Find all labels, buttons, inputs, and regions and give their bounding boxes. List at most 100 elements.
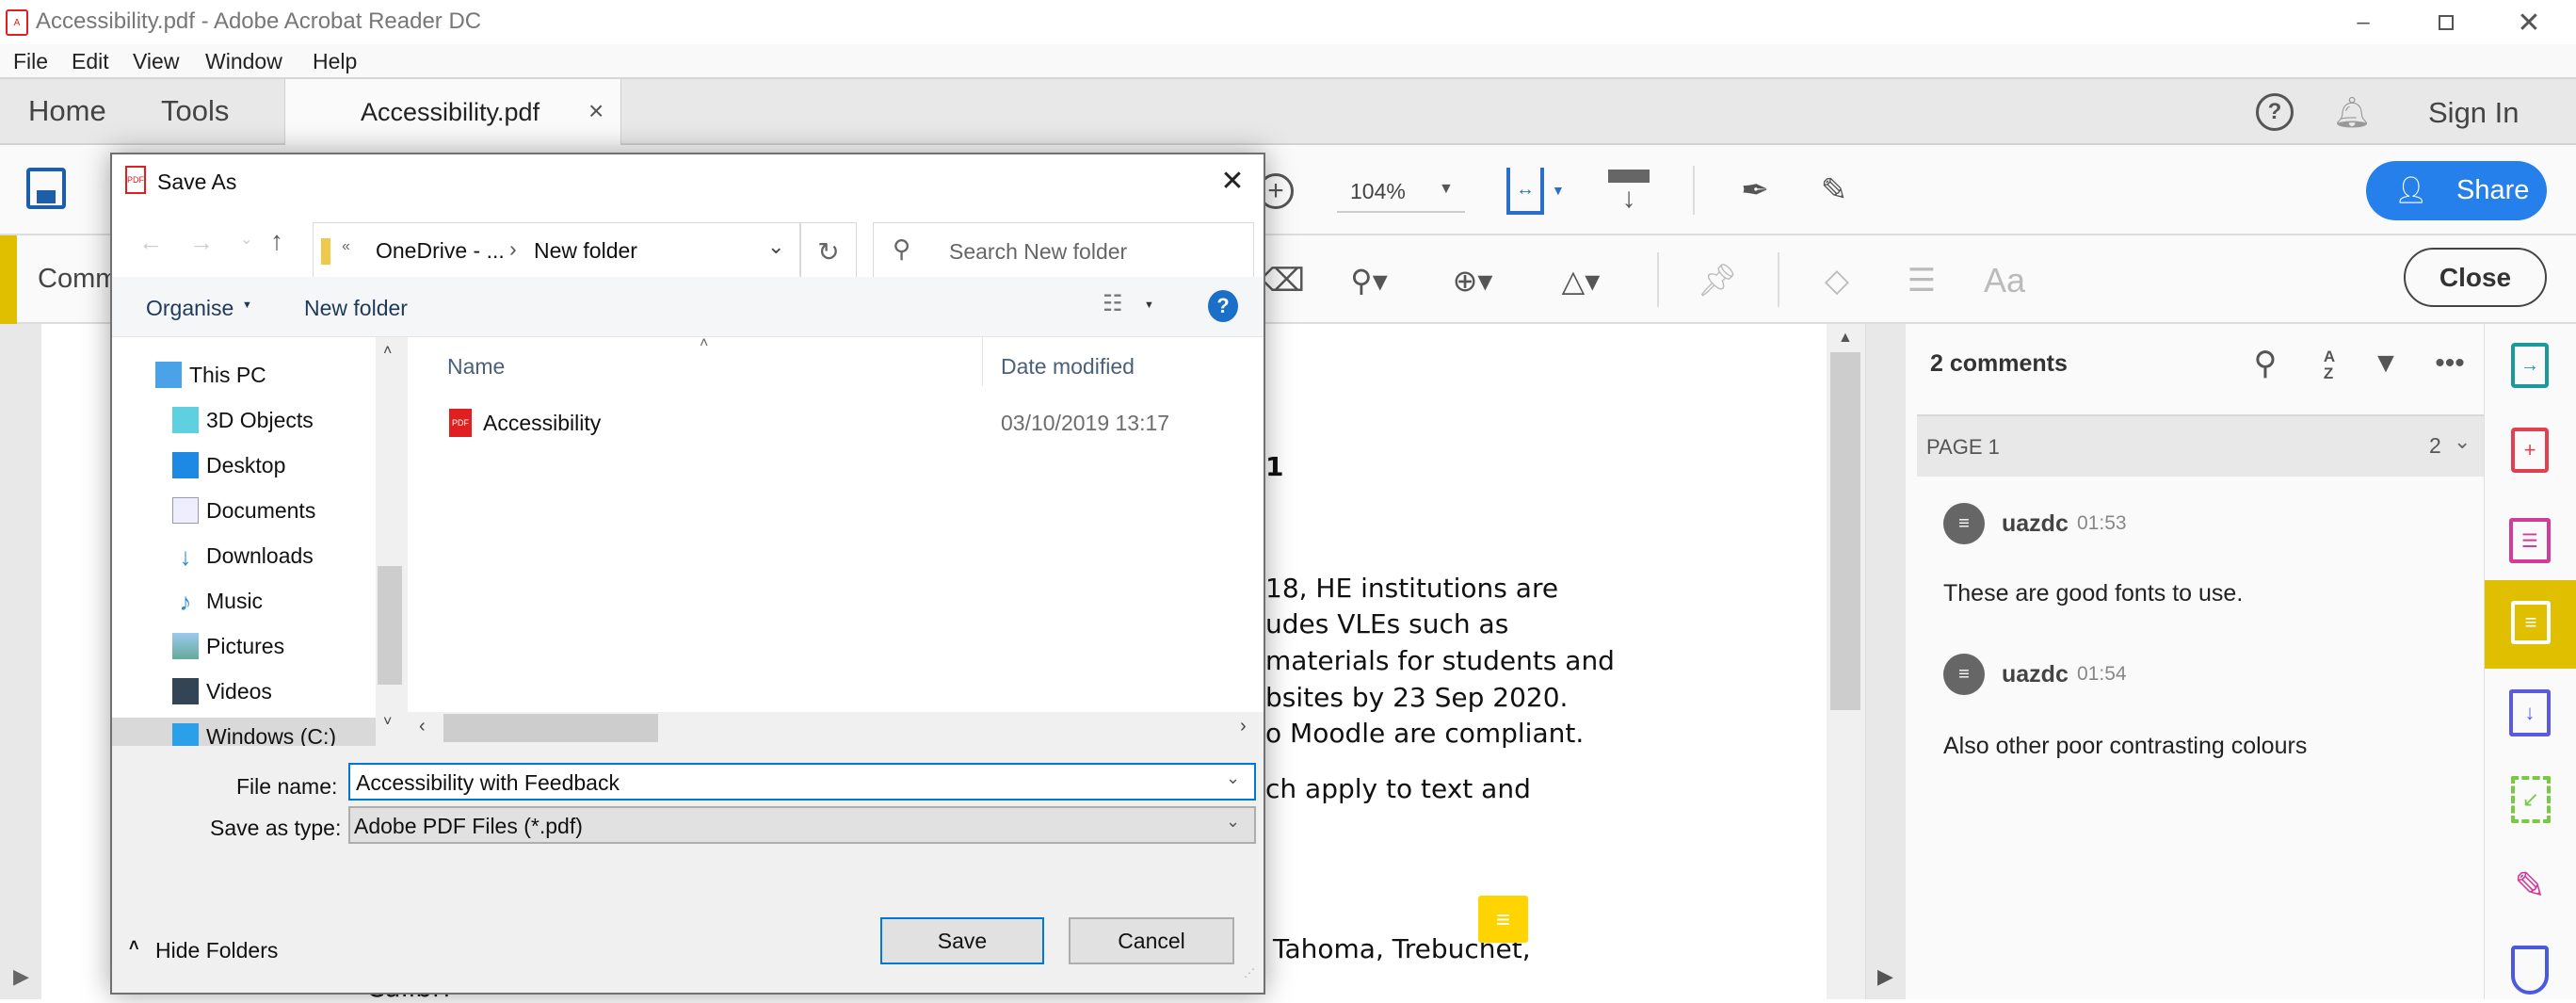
scroll-up-icon[interactable]: ▲	[1838, 330, 1853, 347]
horizontal-scrollbar[interactable]: ‹ ›	[408, 712, 1264, 746]
divider	[1778, 252, 1779, 307]
nav-scrollbar-thumb[interactable]	[378, 566, 402, 685]
pictures-icon	[172, 633, 199, 659]
resize-grip-icon[interactable]: ⋰	[1244, 966, 1255, 979]
minimize-button[interactable]: –	[2344, 6, 2382, 40]
scroll-left-icon[interactable]: ‹	[419, 716, 426, 737]
bell-icon[interactable]: 🔔︎	[2333, 92, 2372, 132]
nav-this-pc[interactable]: This PC	[155, 356, 404, 394]
organise-button[interactable]: Organise	[146, 296, 233, 321]
sign-pen-icon[interactable]: ✒	[1732, 166, 1778, 215]
comment-item[interactable]: ≡ uazdc 01:54 Also other poor contrastin…	[1943, 654, 2471, 776]
new-folder-button[interactable]: New folder	[304, 296, 408, 321]
tab-close-button[interactable]: ×	[588, 96, 604, 126]
nav-downloads[interactable]: ↓ Downloads	[172, 537, 404, 574]
organize-pages-icon[interactable]: ☰	[2509, 518, 2551, 563]
shapes-icon[interactable]: △▾	[1550, 258, 1612, 303]
collapse-pane-icon[interactable]: ▶	[1877, 964, 1893, 989]
up-arrow-icon[interactable]: ↑	[270, 226, 283, 256]
page-group-header[interactable]: PAGE 1 2 ⌄	[1917, 414, 2484, 477]
hide-folders-button[interactable]: Hide Folders	[155, 938, 278, 963]
horizontal-scrollbar-thumb[interactable]	[443, 714, 658, 742]
nav-videos[interactable]: Videos	[172, 672, 404, 710]
menu-help[interactable]: Help	[313, 49, 357, 74]
attach-icon[interactable]: ⊕▾	[1442, 258, 1503, 303]
back-arrow-icon[interactable]: ←	[138, 228, 163, 257]
close-window-button[interactable]: ✕	[2510, 6, 2548, 40]
vertical-scrollbar[interactable]: ▲	[1827, 324, 1865, 999]
tab-tools[interactable]: Tools	[161, 94, 229, 128]
tab-home[interactable]: Home	[28, 94, 106, 128]
help-icon[interactable]: ?	[1208, 290, 1238, 322]
recent-locations-icon[interactable]: ⌄	[240, 230, 252, 249]
column-divider[interactable]	[982, 337, 983, 386]
chevron-down-icon[interactable]: ⌄	[1226, 768, 1240, 788]
file-row[interactable]: PDF Accessibility 03/10/2019 13:17	[436, 403, 1255, 445]
create-pdf-icon[interactable]: +	[2511, 428, 2549, 473]
address-dropdown-icon[interactable]: ⌄	[767, 235, 784, 259]
address-bar[interactable]: « OneDrive - ... › New folder ⌄	[313, 222, 800, 281]
scrollbar-thumb[interactable]	[1830, 352, 1860, 710]
view-dropdown-icon[interactable]: ▼	[1144, 299, 1154, 311]
breadcrumb-current[interactable]: New folder	[534, 238, 637, 264]
cancel-button[interactable]: Cancel	[1069, 917, 1234, 964]
sort-az-icon[interactable]: AZ	[2312, 343, 2346, 388]
search-input[interactable]: ⚲ Search New folder	[873, 222, 1254, 281]
more-options-icon[interactable]: •••	[2429, 343, 2471, 384]
filter-icon[interactable]: ▼	[2365, 343, 2407, 384]
share-button[interactable]: 👤︎ Share	[2366, 161, 2547, 220]
fill-sign-icon[interactable]: ↙	[2511, 776, 2551, 823]
search-icon: ⚲	[893, 235, 911, 263]
fit-dropdown-icon[interactable]: ▼	[1552, 183, 1565, 198]
breadcrumb-parent[interactable]: OneDrive - ...	[376, 238, 505, 264]
file-name-input[interactable]: Accessibility with Feedback ⌄	[348, 763, 1256, 801]
nav-desktop[interactable]: Desktop	[172, 446, 404, 484]
menu-edit[interactable]: Edit	[72, 49, 109, 74]
nav-pictures[interactable]: Pictures	[172, 627, 404, 665]
forward-arrow-icon[interactable]: →	[189, 228, 214, 257]
export-pdf-icon[interactable]: →	[2511, 343, 2549, 388]
tab-document[interactable]: Accessibility.pdf ×	[284, 79, 621, 145]
nav-3d-objects[interactable]: 3D Objects	[172, 401, 404, 439]
menu-window[interactable]: Window	[205, 49, 282, 74]
menu-view[interactable]: View	[133, 49, 179, 74]
breadcrumb-overflow[interactable]: «	[342, 238, 350, 255]
nav-documents[interactable]: Documents	[172, 492, 404, 529]
restore-button[interactable]	[2427, 6, 2465, 40]
scroll-right-icon[interactable]: ›	[1240, 716, 1247, 737]
scroll-down-icon[interactable]: ˅	[383, 714, 392, 731]
comment-text: These are good fonts to use.	[1943, 580, 2244, 607]
sticky-note-icon[interactable]: ≡	[1478, 896, 1528, 943]
sign-in-link[interactable]: Sign In	[2428, 96, 2520, 130]
expand-panel-icon[interactable]: ▶	[13, 964, 29, 989]
comment-item[interactable]: ≡ uazdc 01:53 These are good fonts to us…	[1943, 503, 2471, 625]
stamp-icon[interactable]: ⚲▾	[1341, 258, 1397, 303]
nav-windows-c[interactable]: Windows (C:)	[112, 718, 376, 746]
close-comment-button[interactable]: Close	[2404, 248, 2547, 307]
chevron-up-icon[interactable]: ˄	[129, 936, 139, 956]
scroll-up-icon[interactable]: ˄	[383, 343, 392, 360]
nav-music[interactable]: ♪ Music	[172, 582, 404, 620]
view-options-icon[interactable]: ☷	[1103, 290, 1123, 317]
protect-shield-icon[interactable]	[2511, 946, 2549, 995]
folder-icon	[321, 238, 330, 265]
request-signature-icon[interactable]: ✎	[2507, 863, 2552, 910]
edit-pdf-icon[interactable]: ✎	[1811, 166, 1857, 215]
save-type-select[interactable]: Adobe PDF Files (*.pdf) ⌄	[348, 806, 1256, 844]
zoom-select[interactable]: 104% ▼	[1337, 170, 1465, 213]
nav-scrollbar[interactable]: ˄ ˅	[376, 337, 404, 746]
dialog-close-button[interactable]: ✕	[1214, 162, 1251, 200]
save-button[interactable]: Save	[880, 917, 1044, 964]
scroll-mode-icon[interactable]: ↓	[1608, 170, 1650, 215]
comment-tool-active[interactable]: ≡	[2485, 580, 2576, 669]
help-icon[interactable]: ?	[2256, 93, 2294, 131]
refresh-button[interactable]: ↻	[800, 222, 857, 281]
compress-pdf-icon[interactable]: ↓	[2509, 689, 2551, 736]
search-icon[interactable]: ⚲	[2245, 343, 2286, 384]
eraser-icon[interactable]: ⌫	[1260, 258, 1305, 303]
save-icon[interactable]	[26, 168, 66, 209]
column-name[interactable]: Name	[447, 354, 505, 380]
fit-page-icon[interactable]: ↔	[1506, 168, 1544, 215]
menu-file[interactable]: File	[13, 49, 48, 74]
column-date-modified[interactable]: Date modified	[1001, 354, 1135, 380]
